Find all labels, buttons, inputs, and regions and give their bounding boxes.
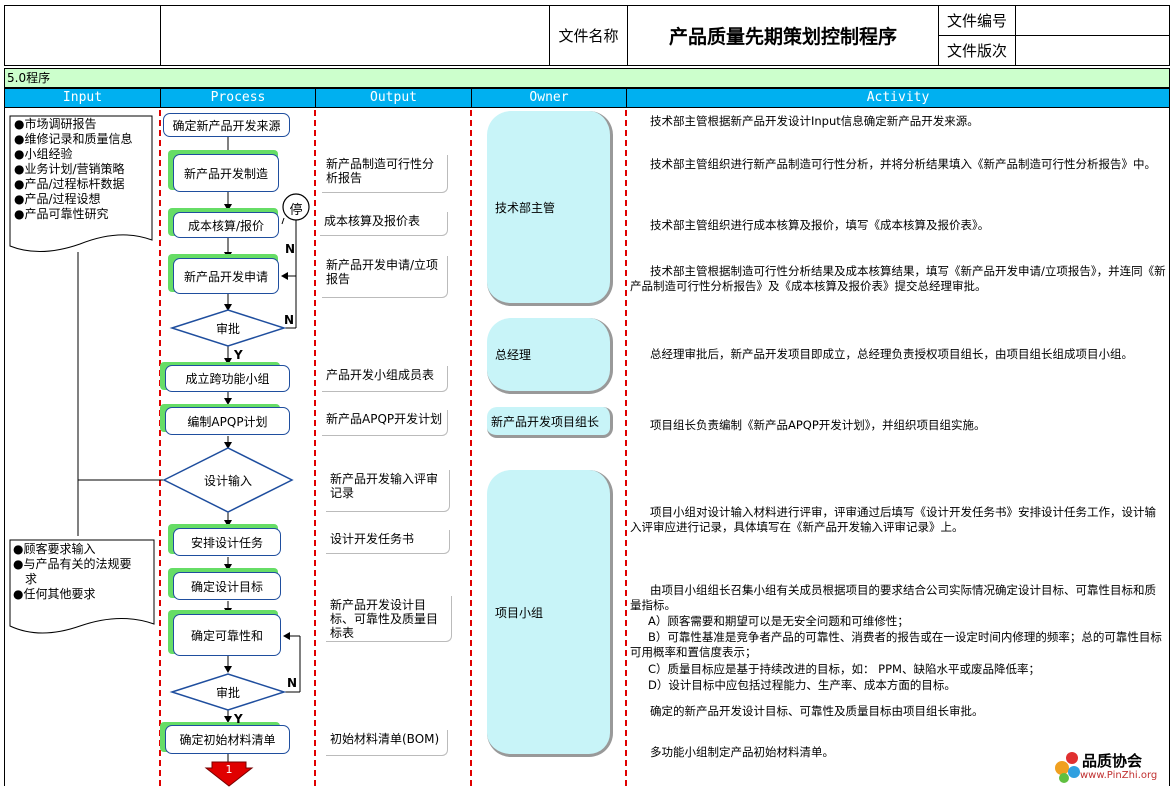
process-step-define-design-goals: 确定设计目标 <box>173 572 281 600</box>
flow-label-n: N <box>285 242 296 256</box>
output-feasibility-report: 新产品制造可行性分析报告 <box>322 155 448 193</box>
activity-text: 由项目小组组长召集小组有关成员根据项目的要求结合公司实际情况确定设计目标、可靠性… <box>630 583 1156 612</box>
output-design-task-book: 设计开发任务书 <box>326 530 450 554</box>
input-item: ●产品/过程设想 <box>14 192 101 206</box>
activity-text: 技术部主管根据新产品开发设计Input信息确定新产品开发来源。 <box>650 114 979 128</box>
input-item: ●维修记录和质量信息 <box>14 132 133 146</box>
input-item: 求 <box>25 572 38 586</box>
output-application-report: 新产品开发申请/立项报告 <box>322 256 448 298</box>
process-step-define-reliability: 确定可靠性和 <box>173 614 281 656</box>
activity-text: 确定的新产品开发设计目标、可靠性及质量目标由项目组长审批。 <box>650 704 984 718</box>
activity-text: A）顾客需要和期望可以是无安全问题和可维修性； <box>648 614 909 628</box>
review-diamond-2-label: 审批 <box>215 686 240 700</box>
input-item: ●业务计划/营销策略 <box>14 162 125 176</box>
output-design-goals-table: 新产品开发设计目标、可靠性及质量目标表 <box>326 596 452 642</box>
activity-text: 项目小组对设计输入材料进行评审，评审通过后填写《设计开发任务书》安排设计任务工作… <box>630 505 1156 534</box>
input-item: ●产品可靠性研究 <box>14 207 109 221</box>
flow-label-y: Y <box>234 712 243 726</box>
activity-text: 技术部主管根据制造可行性分析结果及成本核算结果，填写《新产品开发申请/立项报告》… <box>630 264 1166 293</box>
output-initial-bom: 初始材料清单(BOM) <box>326 730 448 756</box>
input-list-1: ●市场调研报告 ●维修记录和质量信息 ●小组经验 ●业务计划/营销策略 ●产品/… <box>14 117 154 222</box>
logo-name: 品质协会 <box>1082 752 1143 770</box>
process-step-define-source: 确定新产品开发来源 <box>163 113 290 137</box>
activity-text: 技术部主管组织进行成本核算及报价，填写《成本核算及报价表》。 <box>650 218 990 232</box>
output-input-review-record: 新产品开发输入评审记录 <box>326 470 450 512</box>
activity-text: 技术部主管组织进行新产品制造可行性分析，并将分析结果填入《新产品制造可行性分析报… <box>650 157 1156 171</box>
process-step-apqp-plan: 编制APQP计划 <box>165 407 290 435</box>
owner-project-leader: 新产品开发项目组长 <box>487 407 613 438</box>
process-step-form-team: 成立跨功能小组 <box>165 365 290 392</box>
process-step-initial-bom: 确定初始材料清单 <box>165 725 290 754</box>
offpage-connector-label: 1 <box>225 763 233 776</box>
process-step-new-product-manufacture: 新产品开发制造 <box>173 154 279 192</box>
input-item: ●市场调研报告 <box>14 117 97 131</box>
activity-text: B）可靠性基准是竞争者产品的可靠性、消费者的报告或在一设定时间内修理的频率；总的… <box>630 630 1162 659</box>
input-item: ●产品/过程标杆数据 <box>14 177 125 191</box>
process-step-assign-design-tasks: 安排设计任务 <box>173 528 281 556</box>
output-team-member-list: 产品开发小组成员表 <box>322 366 448 392</box>
owner-tech-supervisor: 技术部主管 <box>487 111 613 306</box>
output-cost-quote-sheet: 成本核算及报价表 <box>320 212 448 236</box>
input-list-2: ●顾客要求输入 ●与产品有关的法规要 求 ●任何其他要求 <box>13 542 155 602</box>
input-item: ●小组经验 <box>14 147 73 161</box>
design-input-diamond-label: 设计输入 <box>203 474 252 488</box>
owner-general-manager: 总经理 <box>487 318 613 394</box>
activity-text: C）质量目标应是基于持续改进的目标，如： PPM、缺陷水平或废品降低率； <box>648 662 1040 676</box>
review-diamond-1-label: 审批 <box>215 322 240 336</box>
input-item: ●顾客要求输入 <box>13 542 96 556</box>
input-item: ●任何其他要求 <box>13 587 96 601</box>
flow-label-y: Y <box>234 348 243 362</box>
output-apqp-plan: 新产品APQP开发计划 <box>322 410 448 436</box>
flow-label-n: N <box>284 313 295 327</box>
flow-label-n: N <box>287 676 298 690</box>
input-item: ●与产品有关的法规要 <box>13 557 132 571</box>
process-step-cost-quote: 成本核算/报价 <box>173 212 279 238</box>
logo-url: www.PinZhi.org <box>1080 770 1158 781</box>
owner-project-team: 项目小组 <box>487 470 613 757</box>
stop-circle-label: 停 <box>289 203 303 218</box>
process-step-new-product-application: 新产品开发申请 <box>173 258 279 294</box>
activity-text: 总经理审批后，新产品开发项目即成立，总经理负责授权项目组长，由项目组长组成项目小… <box>650 347 1133 361</box>
activity-text: 项目组长负责编制《新产品APQP开发计划》，并组织项目组实施。 <box>650 418 986 432</box>
activity-text: D）设计目标中应包括过程能力、生产率、成本方面的目标。 <box>648 678 956 692</box>
